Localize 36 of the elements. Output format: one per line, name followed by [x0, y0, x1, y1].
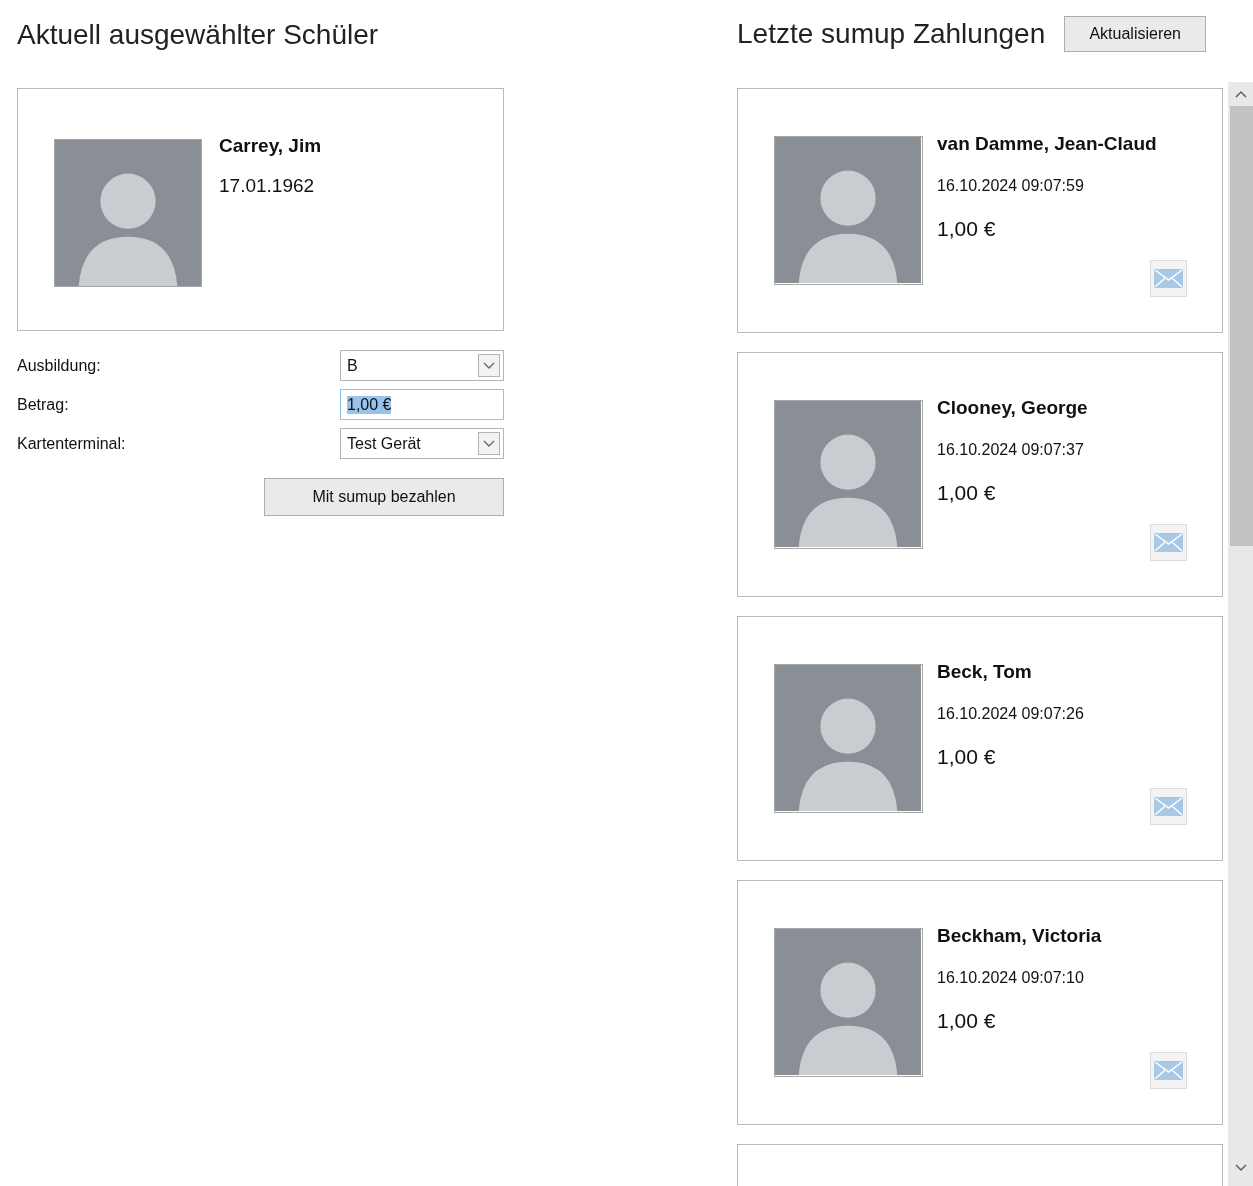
email-button[interactable] [1150, 1052, 1187, 1089]
section-title: Letzte sumup Zahlungen [737, 18, 1046, 50]
envelope-icon [1154, 1061, 1183, 1080]
section-title: Aktuell ausgewählter Schüler [17, 18, 380, 52]
envelope-icon [1154, 533, 1183, 552]
email-button[interactable] [1150, 260, 1187, 297]
payer-name: van Damme, Jean-Claud [937, 133, 1158, 155]
birth-date: 17.01.1962 [219, 175, 316, 197]
field-label: Betrag: [17, 395, 69, 414]
field-label: Kartenterminal: [17, 434, 126, 453]
email-button[interactable] [1150, 788, 1187, 825]
payment-time: 16.10.2024 09:07:10 [937, 969, 1085, 987]
input-field[interactable]: 1,00 € [340, 389, 504, 420]
payer-name: Clooney, George [937, 397, 1089, 419]
chevron-up-icon[interactable] [1235, 90, 1247, 98]
refresh-button[interactable]: Aktualisieren [1064, 16, 1207, 52]
payment-amount: 1,00 € [937, 217, 997, 241]
payment-amount: 1,00 € [937, 481, 997, 505]
envelope-icon [1154, 797, 1183, 816]
payment-time: 16.10.2024 09:07:59 [937, 177, 1085, 195]
student-name: Carrey, Jim [219, 135, 322, 157]
payment-time: 16.10.2024 09:07:26 [937, 705, 1085, 723]
payment-amount: 1,00 € [937, 1009, 997, 1033]
pay-button[interactable]: Mit sumup bezahlen [264, 478, 504, 516]
dropdown[interactable]: Test Gerät [340, 428, 504, 459]
envelope-icon [1154, 269, 1183, 288]
payer-name: Beckham, Victoria [937, 925, 1103, 947]
payer-name: Beck, Tom [937, 661, 1033, 683]
dropdown[interactable]: B [340, 350, 504, 381]
payment-time: 16.10.2024 09:07:37 [937, 441, 1085, 459]
scrollbar-thumb[interactable] [1230, 106, 1253, 546]
scrollbar[interactable] [1228, 82, 1253, 1186]
payment-amount: 1,00 € [937, 745, 997, 769]
email-button[interactable] [1150, 524, 1187, 561]
chevron-down-icon[interactable] [1235, 1164, 1247, 1172]
field-label: Ausbildung: [17, 356, 101, 375]
